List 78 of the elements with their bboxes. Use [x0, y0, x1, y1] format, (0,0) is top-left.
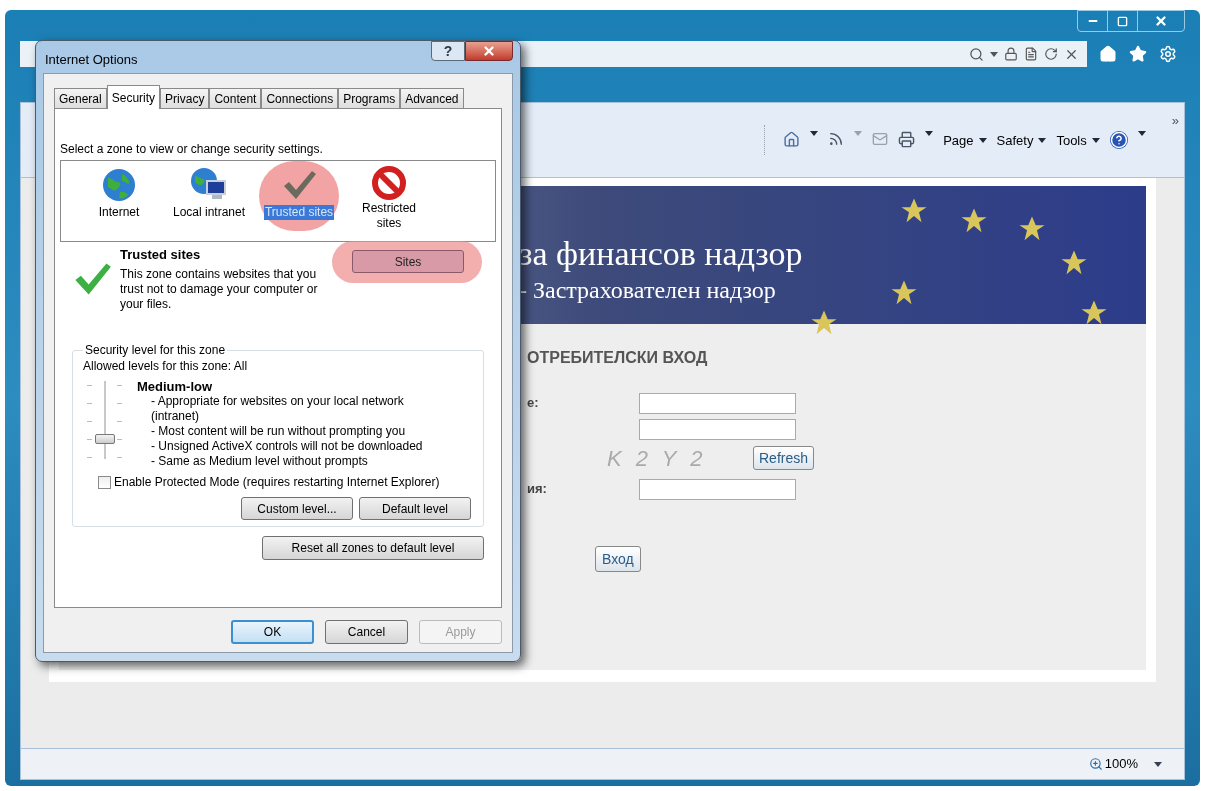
group-legend: Security level for this zone — [83, 341, 228, 359]
toolbar-menu[interactable]: Tools — [1056, 131, 1100, 151]
help-button[interactable]: ? — [431, 41, 465, 61]
zone-description: This zone contains websites that you trust not to damage your computer or your files. — [120, 266, 319, 312]
toolbar-menu[interactable]: Safety — [996, 131, 1047, 151]
caret-icon[interactable] — [978, 138, 987, 144]
level-slider[interactable] — [85, 379, 125, 461]
zone-item[interactable]: Local intranet — [169, 161, 249, 231]
zone-label: Trusted sites — [263, 205, 335, 220]
home-icon[interactable] — [1099, 45, 1117, 63]
field-label: е: — [527, 394, 540, 413]
checkbox-label: Enable Protected Mode (requires restarting Internet Explorer) — [114, 474, 440, 491]
printer-icon[interactable] — [898, 131, 916, 148]
captcha-text: K 2 Y 2 — [607, 444, 708, 473]
zoom-icon[interactable] — [1088, 757, 1103, 771]
search-icon[interactable] — [969, 46, 984, 62]
login-button[interactable]: Вход — [595, 546, 641, 572]
input-field[interactable] — [639, 478, 796, 500]
caret-icon[interactable] — [990, 51, 998, 57]
reset-button[interactable]: Reset all zones to default level — [262, 536, 484, 560]
checkbox[interactable] — [98, 475, 111, 489]
tab[interactable]: Content — [209, 88, 262, 108]
close-icon — [482, 44, 496, 58]
zone-item[interactable]: Trusted sites — [259, 161, 339, 231]
zone-item[interactable]: Restricted sites — [349, 161, 429, 231]
tab[interactable]: Privacy — [160, 88, 210, 108]
caret-icon[interactable] — [1091, 138, 1100, 144]
tab[interactable]: Advanced — [400, 88, 464, 108]
level-button[interactable]: Custom level... — [241, 497, 353, 520]
level-description: - Same as Medium level without prompts — [150, 454, 369, 469]
refresh-icon[interactable] — [1044, 47, 1058, 61]
globe-icon — [102, 168, 136, 202]
tab[interactable]: General — [54, 88, 107, 108]
home-icon[interactable] — [783, 131, 801, 148]
level-description: - Most content will be run without prompting you — [150, 424, 407, 439]
dialog-button[interactable]: OK — [231, 620, 314, 644]
slider-thumb[interactable] — [95, 434, 115, 444]
close-icon — [1154, 14, 1168, 28]
allowed-levels: Allowed levels for this zone: All — [83, 358, 249, 375]
zoom-level[interactable]: 100% — [1104, 754, 1138, 774]
level-description: - Unsigned ActiveX controls will not be downloaded — [150, 439, 424, 454]
caret-icon[interactable] — [925, 131, 934, 136]
close-button[interactable] — [465, 41, 513, 61]
caret-icon[interactable] — [1154, 761, 1162, 767]
login-heading: ОТРЕБИТЕЛСКИ ВХОД — [527, 348, 709, 368]
caret-icon[interactable] — [1137, 131, 1146, 136]
banner-title: за финансов надзор — [519, 234, 803, 274]
help-icon[interactable] — [1109, 131, 1128, 149]
lock-icon[interactable] — [1004, 47, 1018, 61]
zone-title: Trusted sites — [120, 246, 202, 264]
settings-icon[interactable] — [1159, 45, 1177, 63]
level-button[interactable]: Default level — [359, 497, 471, 520]
caret-icon[interactable] — [1038, 138, 1047, 144]
page-icon[interactable] — [1024, 47, 1038, 61]
zone-label: Restricted sites — [361, 201, 417, 231]
input-field[interactable] — [639, 392, 796, 414]
maximize-icon — [1117, 15, 1128, 27]
refresh-button[interactable]: Refresh — [753, 446, 815, 470]
level-description: - Appropriate for websites on your local network (intranet) — [150, 394, 405, 424]
field-label: ия: — [527, 480, 548, 499]
no-entry-icon — [371, 165, 407, 201]
feed-icon[interactable] — [828, 131, 845, 147]
dialog-button[interactable]: Cancel — [325, 620, 408, 644]
star-icon[interactable] — [1129, 45, 1147, 63]
tab[interactable]: Connections — [261, 88, 339, 108]
zone-label: Local intranet — [171, 205, 246, 220]
zone-prompt: Select a zone to view or change security settings. — [60, 141, 324, 158]
input-field[interactable] — [639, 418, 796, 440]
caret-icon[interactable] — [810, 131, 819, 136]
toolbar-menu[interactable]: Page — [943, 131, 987, 151]
chevron-overflow[interactable]: » — [1171, 111, 1179, 131]
tab[interactable]: Security — [106, 85, 161, 109]
dialog-title: Internet Options — [44, 51, 138, 69]
zone-label: Internet — [97, 205, 141, 220]
level-name: Medium-low — [137, 379, 214, 394]
tab[interactable]: Programs — [338, 88, 401, 108]
sites-button[interactable]: Sites — [352, 250, 464, 273]
zone-item[interactable]: Internet — [79, 161, 159, 231]
